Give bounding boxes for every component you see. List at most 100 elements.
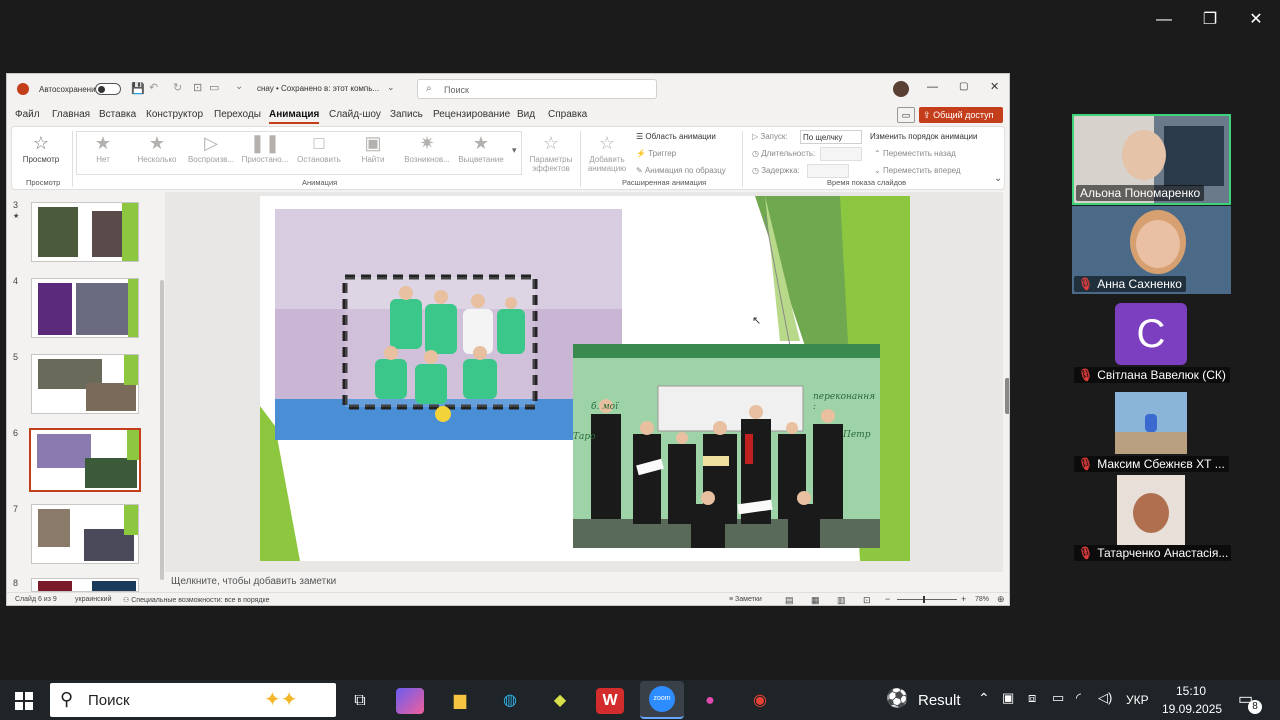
title-chevron-icon[interactable]: ⌄ <box>387 82 395 93</box>
animation-pane-button[interactable]: ☰ Область анимации <box>636 132 716 141</box>
zoom-level[interactable]: 78% <box>975 596 989 603</box>
class-group-photo[interactable]: переконання : Петр б. мої Таро <box>573 344 880 548</box>
participant-tile-3[interactable]: C 🎙 Світлана Вавелюк (СК) <box>1072 295 1231 385</box>
slide-thumbnail-3[interactable] <box>31 202 139 262</box>
chrome-icon[interactable]: ◉ <box>746 688 774 714</box>
reading-view-icon[interactable]: ▥ <box>837 595 846 605</box>
current-slide[interactable]: переконання : Петр б. мої Таро ↖ <box>260 196 910 561</box>
restore-button[interactable]: ❐ <box>1198 10 1222 30</box>
meet-now-icon[interactable]: ⧈ <box>1028 690 1036 706</box>
task-view-icon[interactable]: ⧉ <box>346 688 374 714</box>
anim-seek[interactable]: ▣ Найти <box>348 131 398 164</box>
move-earlier-button[interactable]: ⌃ Переместить назад <box>874 149 956 158</box>
slideshow-view-icon[interactable]: ⊡ <box>863 595 871 605</box>
minimize-button[interactable]: — <box>1152 10 1176 30</box>
show-hidden-icons-chevron[interactable]: ⌃ <box>978 690 990 707</box>
duration-input[interactable] <box>820 147 862 161</box>
animation-painter-button[interactable]: ✎ Анимация по образцу <box>636 166 726 175</box>
participant-tile-1[interactable]: Альона Пономаренко <box>1072 114 1231 205</box>
participant-tile-2[interactable]: 🎙 Анна Сахненко <box>1072 206 1231 294</box>
autosave-toggle[interactable] <box>95 83 121 95</box>
zoom-app-button[interactable]: zoom <box>640 681 684 719</box>
app-icon[interactable]: ◆ <box>546 688 574 714</box>
ppt-maximize-button[interactable]: ▢ <box>959 81 968 92</box>
collapse-ribbon-icon[interactable]: ⌄ <box>994 173 1002 184</box>
slide-thumbnail-4[interactable] <box>31 278 139 338</box>
close-button[interactable]: ✕ <box>1244 10 1268 30</box>
start-button[interactable] <box>10 688 38 714</box>
taskbar-search-box[interactable]: ⚲ Поиск ✦✦ <box>50 683 336 717</box>
thumbnails-scrollbar[interactable] <box>160 280 164 580</box>
add-animation-button[interactable]: ☆ Добавить анимацию <box>582 131 632 173</box>
share-button[interactable]: ⇪ Общий доступ ⌄ <box>919 107 1003 136</box>
save-icon[interactable]: 💾 <box>131 82 145 95</box>
battery-icon[interactable]: ▭ <box>1052 690 1064 706</box>
slide-thumbnail-6-selected[interactable] <box>29 428 141 492</box>
slide-thumbnail-5[interactable] <box>31 354 139 414</box>
wps-office-icon[interactable]: W <box>596 688 624 714</box>
tab-insert[interactable]: Вставка <box>99 109 136 120</box>
participant-tile-4[interactable]: 🎙 Максим Сбежнєв ХТ ... <box>1072 386 1231 474</box>
tab-transitions[interactable]: Переходы <box>214 109 261 120</box>
comments-icon[interactable]: ▭ <box>897 107 915 123</box>
zoom-out-icon[interactable]: − <box>885 594 890 604</box>
tab-record[interactable]: Запись <box>390 109 423 120</box>
tab-file[interactable]: Файл <box>15 109 40 120</box>
user-avatar[interactable] <box>893 81 909 97</box>
anim-pause[interactable]: ❚❚ Приостано... <box>240 131 290 164</box>
anim-play[interactable]: ▷ Воспроизв... <box>186 131 236 164</box>
tab-design[interactable]: Конструктор <box>146 109 203 120</box>
tab-help[interactable]: Справка <box>548 109 587 120</box>
paint-app-icon[interactable]: ● <box>696 688 724 714</box>
clock-time[interactable]: 15:10 <box>1176 684 1206 698</box>
tab-animations[interactable]: Анимация <box>269 109 320 124</box>
football-team-photo[interactable] <box>275 209 622 440</box>
present-icon[interactable]: ⊡ <box>193 81 202 94</box>
anim-fade[interactable]: ★ Выцветание <box>456 131 506 164</box>
file-explorer-icon[interactable]: ▆ <box>446 688 474 714</box>
fit-slide-icon[interactable]: ⊕ <box>997 594 1005 605</box>
tab-review[interactable]: Рецензирование <box>433 109 510 120</box>
anim-appear[interactable]: ✷ Возникнов... <box>402 131 452 164</box>
ppt-close-button[interactable]: ✕ <box>990 80 999 93</box>
wifi-icon[interactable]: ◜ <box>1076 690 1081 706</box>
normal-view-icon[interactable]: ▤ <box>785 595 794 605</box>
move-later-button[interactable]: ⌄ Переместить вперед <box>874 166 961 175</box>
undo-icon[interactable]: ↶ <box>149 81 158 94</box>
layout-icon[interactable]: ▭ <box>209 81 219 94</box>
slide-thumbnail-8[interactable] <box>31 578 139 592</box>
customize-qat-icon[interactable]: ⌄ <box>235 81 243 92</box>
start-select[interactable]: По щелчку <box>800 130 862 144</box>
copilot-app-icon[interactable] <box>396 688 424 714</box>
search-box[interactable]: ⌕ Поиск <box>417 79 657 99</box>
document-title[interactable]: снау • Сохранено в: этот компь... <box>257 84 379 93</box>
clock-date[interactable]: 19.09.2025 <box>1162 702 1222 716</box>
preview-button[interactable]: ☆ Просмотр <box>16 131 66 164</box>
tab-home[interactable]: Главная <box>52 109 90 120</box>
notes-toggle[interactable]: ≡ Заметки <box>729 596 762 603</box>
anim-stop[interactable]: □ Остановить <box>294 131 344 164</box>
gallery-more-icon[interactable]: ▾ <box>512 145 517 156</box>
effect-options-button[interactable]: ☆ Параметры эффектов <box>526 131 576 173</box>
zoom-slider[interactable] <box>897 596 957 603</box>
edge-browser-icon[interactable]: ◍ <box>496 688 524 714</box>
redo-icon[interactable]: ↻ <box>173 81 182 94</box>
weather-label[interactable]: Result <box>918 692 961 709</box>
slide-thumbnail-7[interactable] <box>31 504 139 564</box>
tray-app-icon[interactable]: ▣ <box>1002 690 1014 706</box>
ppt-minimize-button[interactable]: — <box>927 81 938 93</box>
participant-tile-5[interactable]: 🎙 Татарченко Анастасія... <box>1072 475 1231 563</box>
slide-sorter-icon[interactable]: ▦ <box>811 595 820 605</box>
tab-view[interactable]: Вид <box>517 109 535 120</box>
language-indicator[interactable]: украинский <box>75 596 112 603</box>
weather-icon[interactable]: ⚽ <box>886 688 908 709</box>
anim-none[interactable]: ★ Нет <box>78 131 128 164</box>
trigger-button[interactable]: ⚡ Триггер <box>636 149 676 158</box>
delay-input[interactable] <box>807 164 849 178</box>
tab-slideshow[interactable]: Слайд-шоу <box>329 109 381 120</box>
anim-multiple[interactable]: ★ Несколько <box>132 131 182 164</box>
volume-icon[interactable]: ◁) <box>1098 690 1112 706</box>
zoom-in-icon[interactable]: + <box>961 594 966 604</box>
input-language[interactable]: УКР <box>1126 693 1149 707</box>
accessibility-status[interactable]: ⚇ Специальные возможности: все в порядке <box>123 596 270 604</box>
